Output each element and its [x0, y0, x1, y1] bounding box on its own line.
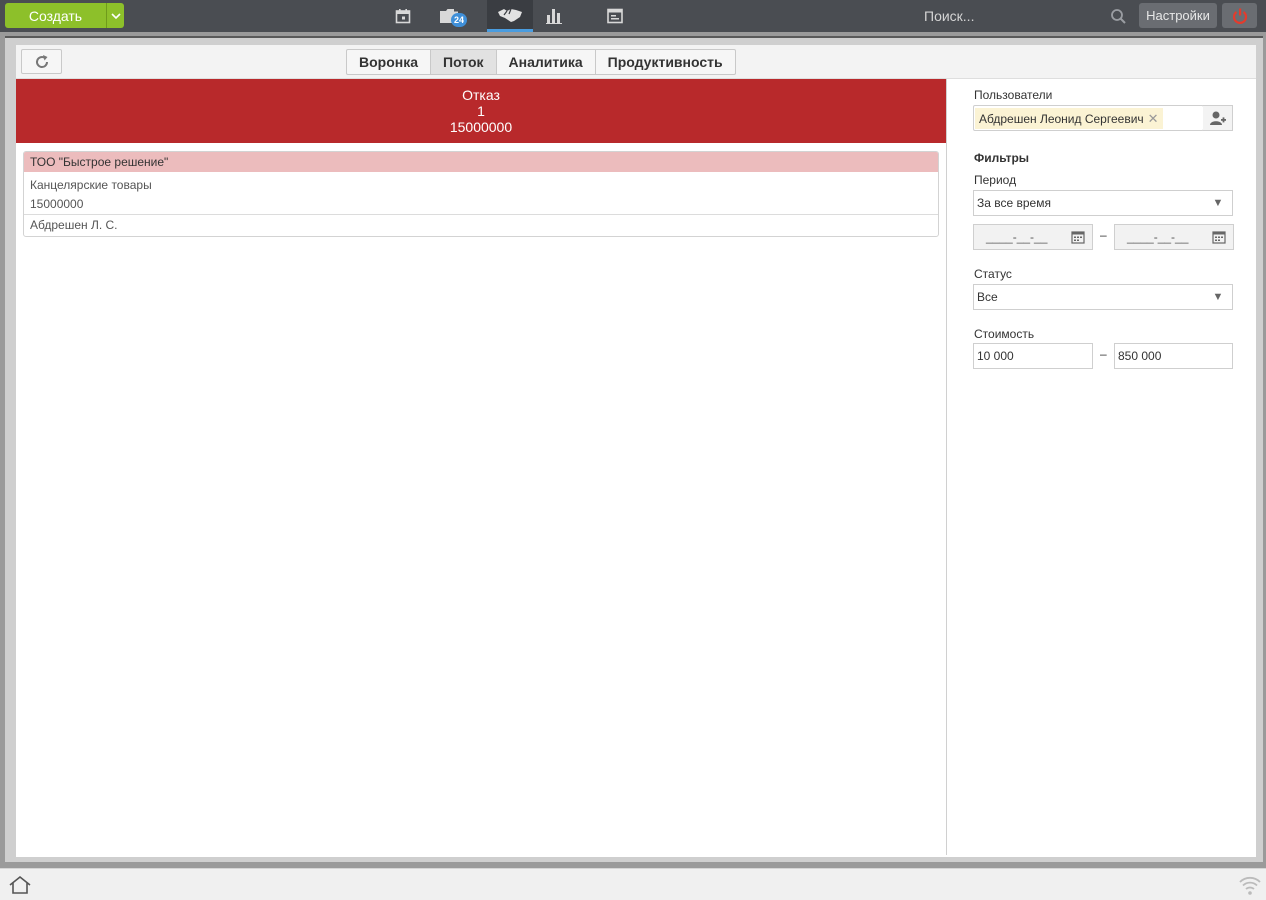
user-add-icon: [1209, 111, 1226, 125]
date-to-mask: ____-__-__: [1127, 230, 1189, 244]
tab-flow[interactable]: Поток: [431, 50, 497, 74]
calendar-icon: [395, 9, 411, 24]
panel-divider: [946, 79, 947, 855]
home-icon[interactable]: [8, 875, 32, 895]
refresh-icon: [35, 54, 48, 68]
user-tag-name: Абдрешен Леонид Сергеевич: [979, 111, 1144, 126]
period-label: Период: [974, 173, 1017, 187]
stage-count: 1: [477, 103, 485, 119]
nav-deals[interactable]: [487, 0, 533, 32]
stage-amount: 15000000: [449, 119, 513, 135]
status-select[interactable]: Все ▼: [973, 284, 1233, 310]
create-dropdown-button[interactable]: [106, 3, 124, 28]
settings-button[interactable]: Настройки: [1139, 3, 1217, 28]
cost-to-input[interactable]: [1114, 343, 1233, 369]
nav-calendar[interactable]: [380, 0, 426, 32]
date-from-field[interactable]: ____-__-__: [973, 224, 1093, 250]
deal-card[interactable]: ТОО "Быстрое решение" Канцелярские товар…: [23, 151, 939, 237]
cost-label: Стоимость: [974, 327, 1035, 341]
search-input[interactable]: [916, 4, 1106, 28]
status-label: Статус: [974, 267, 1012, 281]
notification-badge: 24: [451, 13, 468, 27]
logout-button[interactable]: [1222, 3, 1257, 28]
nav-analytics[interactable]: [531, 0, 577, 32]
bottom-bar: [0, 868, 1266, 900]
period-value: За все время: [977, 196, 1051, 210]
calendar-picker-icon[interactable]: [1064, 225, 1092, 249]
date-separator: –: [1100, 228, 1107, 242]
status-value: Все: [977, 290, 998, 304]
create-button[interactable]: Создать: [5, 3, 106, 28]
tab-funnel[interactable]: Воронка: [347, 50, 432, 74]
top-bar: Создать 24 Настройки: [0, 0, 1266, 32]
power-icon: [1232, 8, 1247, 24]
browser-window-icon: [607, 8, 623, 24]
remove-user-icon[interactable]: ✕: [1148, 111, 1159, 127]
users-label: Пользователи: [974, 88, 1053, 102]
date-to-field[interactable]: ____-__-__: [1114, 224, 1234, 250]
wifi-icon: [1239, 876, 1261, 895]
select-user-button[interactable]: [1203, 105, 1233, 131]
date-from-mask: ____-__-__: [986, 230, 1048, 244]
cost-separator: –: [1100, 347, 1107, 361]
tab-productivity[interactable]: Продуктивность: [596, 50, 735, 74]
nav-folder[interactable]: 24: [426, 0, 472, 32]
dropdown-arrow-icon: ▼: [1212, 197, 1224, 209]
deal-owner: Абдрешен Л. С.: [30, 218, 118, 232]
deal-company[interactable]: ТОО "Быстрое решение": [24, 152, 938, 172]
stage-header: Отказ 1 15000000: [16, 79, 946, 143]
period-select[interactable]: За все время ▼: [973, 190, 1233, 216]
dropdown-arrow-icon: ▼: [1212, 291, 1224, 303]
calendar-picker-icon[interactable]: [1205, 225, 1233, 249]
tab-analytics[interactable]: Аналитика: [497, 50, 596, 74]
nav-windows[interactable]: [592, 0, 638, 32]
refresh-button[interactable]: [21, 49, 62, 74]
deal-amount: 15000000: [30, 197, 84, 211]
search-icon[interactable]: [1110, 8, 1128, 26]
view-tabs: Воронка Поток Аналитика Продуктивность: [346, 49, 736, 75]
deal-product: Канцелярские товары: [30, 178, 152, 192]
bar-chart-icon: [546, 9, 562, 24]
chevron-down-icon: [110, 12, 121, 19]
handshake-icon: [498, 8, 522, 22]
filters-heading: Фильтры: [974, 151, 1030, 165]
stage-name: Отказ: [462, 87, 500, 103]
user-tag: Абдрешен Леонид Сергеевич ✕: [975, 108, 1163, 129]
cost-from-input[interactable]: [973, 343, 1093, 369]
